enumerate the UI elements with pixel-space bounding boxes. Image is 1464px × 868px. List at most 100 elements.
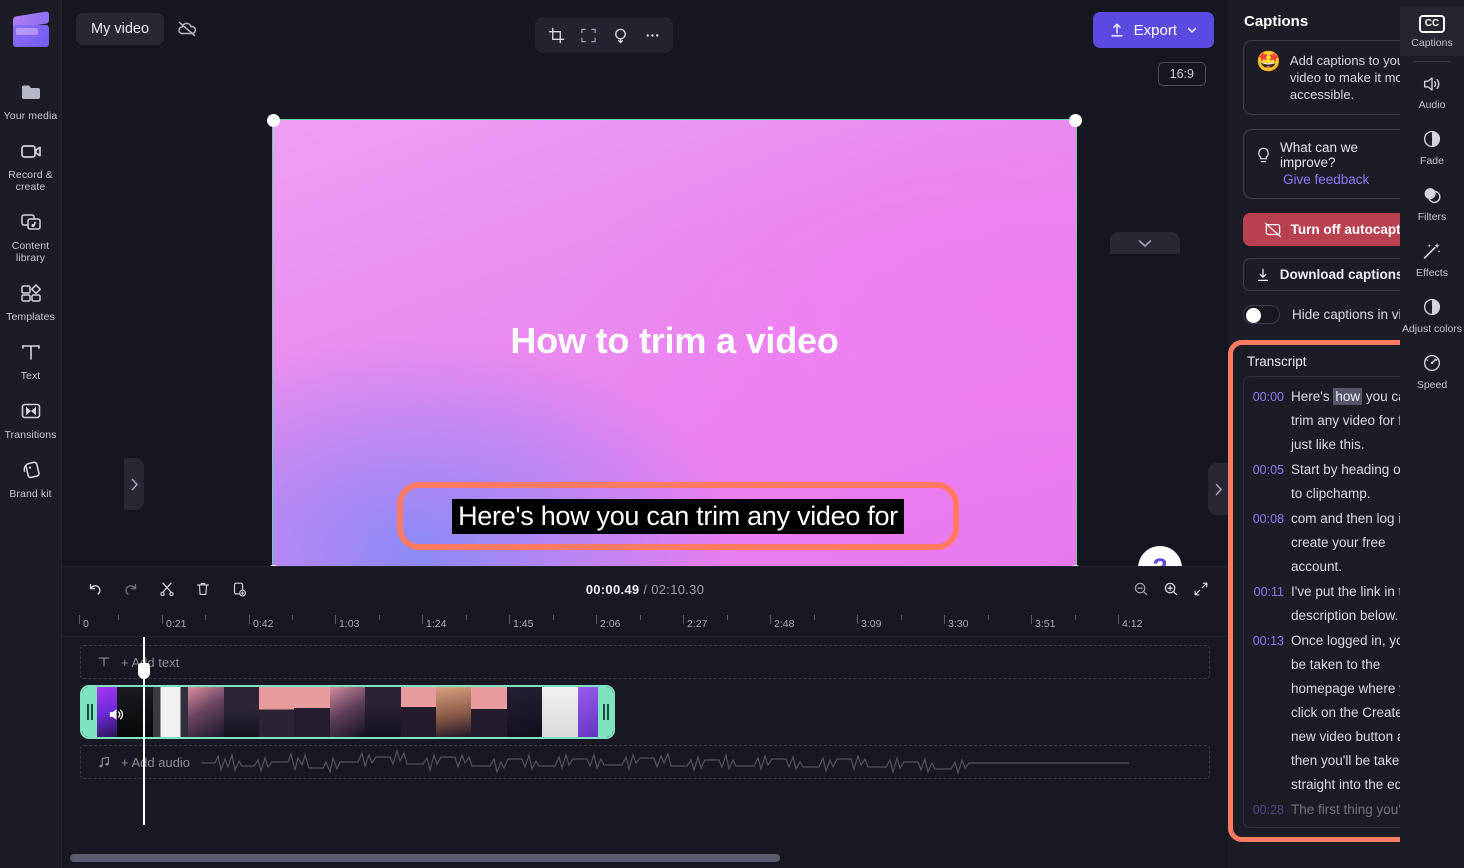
project-name-field[interactable]: My video [76, 13, 165, 45]
folder-icon [18, 79, 44, 105]
caption-selection-box[interactable]: Here's how you can trim any video for [397, 482, 959, 550]
ruler-tick-label: 1:24 [426, 618, 447, 630]
ruler-tick-label: 0 [83, 618, 89, 630]
speedometer-icon [1423, 354, 1441, 372]
resize-handle-top-right[interactable] [1069, 114, 1082, 127]
tab-audio[interactable]: Audio [1400, 64, 1464, 118]
crop-icon[interactable] [541, 21, 571, 49]
transcript-timestamp[interactable]: 00:08 [1250, 507, 1284, 579]
main-area: My video Export 16:9 How to trim a video… [62, 0, 1228, 868]
zoom-out-button[interactable] [1132, 580, 1150, 598]
lightbulb-icon [1258, 147, 1269, 162]
clipchamp-logo[interactable] [12, 11, 49, 48]
captions-panel: Captions 🤩 Add captions to your video to… [1228, 0, 1464, 868]
more-options-icon[interactable] [637, 21, 667, 49]
video-clip[interactable] [80, 685, 615, 739]
aspect-ratio-badge[interactable]: 16:9 [1157, 62, 1206, 86]
timeline-ruler[interactable]: 0 0:21 0:42 1:03 1:24 1:45 2:06 2:27 2:4… [62, 611, 1228, 637]
transcript-timestamp[interactable]: 00:00 [1250, 385, 1284, 457]
playhead[interactable] [138, 637, 150, 825]
timeline-horizontal-scrollbar[interactable] [70, 854, 780, 862]
preview-stage: 16:9 How to trim a video Here's how you … [62, 58, 1228, 606]
sidebar-item-text[interactable]: Text [0, 330, 62, 389]
export-button[interactable]: Export [1092, 12, 1214, 48]
tab-captions[interactable]: CC Captions [1400, 6, 1464, 56]
add-text-track[interactable]: + Add text [80, 645, 1210, 679]
captions-off-icon [1264, 222, 1281, 237]
add-audio-track[interactable]: + Add audio [80, 745, 1210, 779]
text-icon [98, 657, 110, 667]
sidebar-item-record-create[interactable]: Record & create [0, 129, 62, 200]
timeline-zoom-controls [1132, 580, 1210, 598]
resize-handle-top-left[interactable] [267, 114, 280, 127]
playhead-knob[interactable] [138, 663, 150, 679]
ruler-tick-label: 1:03 [339, 618, 360, 630]
fit-timeline-button[interactable] [1192, 580, 1210, 598]
duplicate-button[interactable] [224, 574, 254, 604]
redo-button[interactable] [116, 574, 146, 604]
cloud-sync-off-icon[interactable] [170, 12, 204, 46]
brand-kit-icon [18, 457, 44, 483]
sidebar-item-content-library[interactable]: Content library [0, 200, 62, 271]
transcript-timestamp[interactable]: 00:13 [1250, 629, 1284, 797]
caption-text: Here's how you can trim any video for [452, 498, 904, 534]
strip-divider [1414, 61, 1450, 62]
tab-fade[interactable]: Fade [1400, 118, 1464, 174]
current-time: 00:00.49 [585, 581, 640, 597]
fit-to-frame-icon[interactable] [573, 21, 603, 49]
delete-button[interactable] [188, 574, 218, 604]
tab-adjust-colors[interactable]: Adjust colors [1400, 286, 1464, 342]
ruler-tick-label: 2:06 [600, 618, 621, 630]
top-toolbar: My video Export [62, 0, 1228, 58]
transcript-text[interactable]: The first thing you'll [1291, 798, 1407, 822]
ruler-tick-label: 3:30 [948, 618, 969, 630]
clip-volume-icon[interactable] [104, 703, 126, 725]
feedback-question: What can we improve? [1280, 140, 1359, 170]
timeline-tracks: + Add text + Add audio [62, 637, 1228, 825]
expand-right-panel-button[interactable] [1208, 463, 1228, 515]
rotate-icon[interactable] [605, 21, 635, 49]
clipchamp-editor: Your media Record & create Content libra… [0, 0, 1464, 868]
transcript-timestamp[interactable]: 00:11 [1250, 580, 1284, 628]
tab-filters[interactable]: Filters [1400, 174, 1464, 230]
sidebar-item-brand-kit[interactable]: Brand kit [0, 448, 62, 507]
sidebar-item-transitions[interactable]: Transitions [0, 389, 62, 448]
contrast-icon [1423, 298, 1441, 316]
video-canvas[interactable]: How to trim a video Here's how you can t… [272, 119, 1077, 573]
clip-trim-handle-left[interactable] [82, 687, 97, 737]
ruler-tick-label: 4:12 [1122, 618, 1143, 630]
sidebar-label: Brand kit [9, 488, 52, 500]
clip-trim-handle-right[interactable] [598, 687, 613, 737]
expand-left-panel-button[interactable] [124, 458, 144, 510]
tab-speed[interactable]: Speed [1400, 342, 1464, 398]
sidebar-item-your-media[interactable]: Your media [0, 70, 62, 129]
tab-effects[interactable]: Effects [1400, 230, 1464, 286]
chevron-down-icon [1138, 239, 1152, 247]
cc-icon: CC [1418, 15, 1446, 33]
sidebar-label: Text [20, 370, 41, 382]
hide-captions-toggle[interactable] [1243, 305, 1280, 324]
transcript-timestamp[interactable]: 00:28 [1250, 798, 1284, 822]
tab-label: Effects [1416, 267, 1448, 279]
tab-label: Captions [1411, 37, 1453, 49]
filters-icon [1424, 188, 1441, 204]
sidebar-item-templates[interactable]: Templates [0, 271, 62, 330]
add-audio-label: + Add audio [121, 754, 191, 770]
ruler-tick-label: 1:45 [513, 618, 534, 630]
undo-button[interactable] [80, 574, 110, 604]
text-track: + Add text [80, 645, 1210, 679]
zoom-in-button[interactable] [1162, 580, 1180, 598]
templates-icon [18, 280, 44, 306]
magic-wand-icon [1423, 243, 1441, 259]
split-button[interactable] [152, 574, 182, 604]
video-title-overlay: How to trim a video [510, 320, 839, 361]
collapse-timeline-button[interactable] [1110, 232, 1180, 254]
audio-waveform [201, 748, 1129, 776]
transcript-timestamp[interactable]: 00:05 [1250, 458, 1284, 506]
chevron-right-icon [131, 478, 138, 490]
time-separator: / [643, 581, 648, 597]
sidebar-label: Transitions [4, 429, 57, 441]
timeline: 00:00.49 / 02:10.30 0 0:21 0:42 1:03 1:2… [62, 566, 1228, 868]
text-icon [18, 339, 44, 365]
right-icon-strip: CC Captions Audio Fade Filters Effects A… [1400, 0, 1464, 868]
